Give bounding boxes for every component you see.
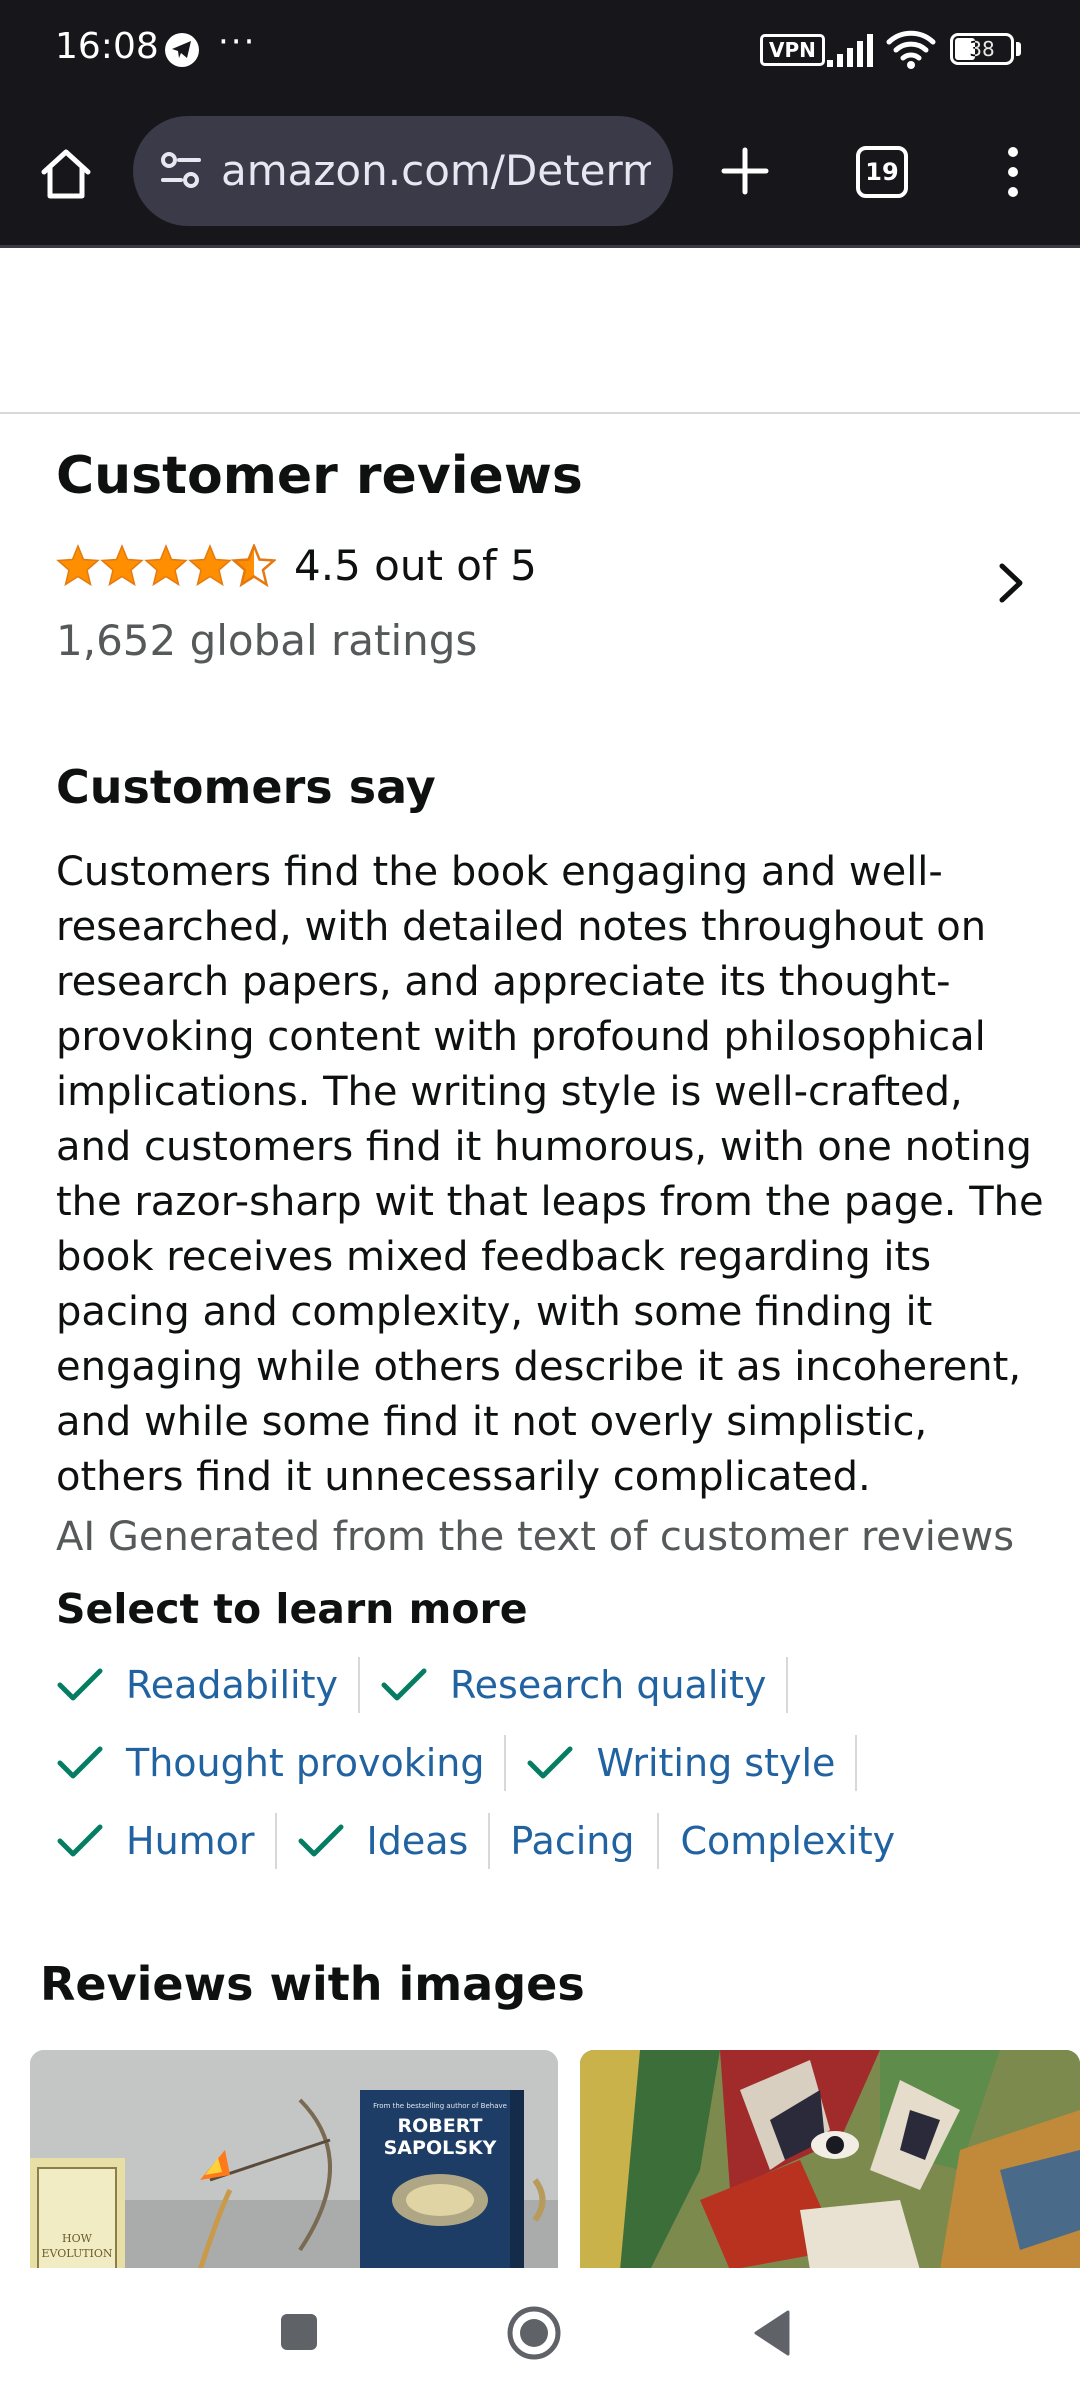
- aspect-label: Readability: [126, 1663, 338, 1707]
- tab-switcher-button[interactable]: 19: [856, 146, 908, 198]
- book-author-line2: SAPOLSKY: [384, 2137, 497, 2159]
- system-navigation-bar: [0, 2268, 1080, 2400]
- status-time: 16:08: [55, 26, 159, 67]
- global-ratings-count: 1,652 global ratings: [56, 616, 478, 665]
- aspect-label: Thought provoking: [126, 1741, 485, 1785]
- aspect-thought-provoking[interactable]: Thought provoking: [56, 1735, 507, 1791]
- url-text[interactable]: amazon.com/Determined: [221, 144, 651, 198]
- new-tab-icon[interactable]: [716, 142, 774, 200]
- star-3: [145, 545, 187, 586]
- aspect-readability[interactable]: Readability: [56, 1657, 360, 1713]
- more-notifications-indicator: ···: [218, 22, 257, 62]
- signal-icon: [827, 34, 873, 67]
- aspect-pacing[interactable]: Pacing: [510, 1813, 659, 1869]
- check-icon: [298, 1824, 344, 1857]
- star-rating[interactable]: [56, 544, 276, 588]
- aspect-row: Readability Research quality: [56, 1655, 808, 1715]
- site-settings-icon[interactable]: [159, 150, 203, 190]
- blank-content-area: [0, 251, 1080, 414]
- check-icon: [57, 1668, 103, 1701]
- menu-icon[interactable]: [995, 142, 1031, 202]
- book-author-line1: ROBERT: [398, 2115, 483, 2137]
- aspect-row: Thought provoking Writing style: [56, 1733, 877, 1793]
- book-tagline: From the bestselling author of Behave: [373, 2102, 507, 2110]
- recents-icon[interactable]: [279, 2312, 319, 2352]
- vpn-badge: VPN: [760, 34, 825, 66]
- aspect-label: Writing style: [596, 1741, 836, 1785]
- ai-generated-note: AI Generated from the text of customer r…: [56, 1514, 1015, 1560]
- browser-toolbar: amazon.com/Determined 19: [0, 104, 1080, 248]
- chevron-right-icon[interactable]: [990, 560, 1030, 606]
- aspect-humor[interactable]: Humor: [56, 1813, 277, 1869]
- side-book-line2: EVOLUTION: [41, 2247, 112, 2260]
- battery-icon: 38: [950, 33, 1014, 65]
- wifi-icon: [886, 30, 936, 69]
- aspect-label: Ideas: [366, 1819, 469, 1863]
- battery-level: 38: [969, 37, 995, 61]
- aspect-row: Humor Ideas Pacing Complexity: [56, 1811, 939, 1871]
- check-icon: [57, 1824, 103, 1857]
- star-5-half: [232, 544, 276, 586]
- star-2: [101, 545, 143, 586]
- star-1: [57, 545, 99, 586]
- address-bar[interactable]: amazon.com/Determined: [133, 116, 673, 226]
- aspect-label: Research quality: [449, 1663, 767, 1707]
- aspect-writing-style[interactable]: Writing style: [526, 1735, 858, 1791]
- battery-cap: [1016, 42, 1021, 56]
- aspect-ideas[interactable]: Ideas: [297, 1813, 491, 1869]
- review-image-painting[interactable]: [580, 2050, 1080, 2270]
- telegram-icon: [165, 33, 199, 67]
- status-bar: 16:08 ··· VPN 38: [0, 0, 1080, 104]
- customer-reviews-title: Customer reviews: [56, 446, 583, 506]
- review-image-book-photo[interactable]: HOW EVOLUTION From the bestselling autho…: [30, 2050, 558, 2270]
- check-icon: [57, 1746, 103, 1779]
- home-icon[interactable]: [36, 144, 96, 204]
- check-icon: [527, 1746, 573, 1779]
- side-book-line1: HOW: [62, 2232, 93, 2245]
- aspect-research-quality[interactable]: Research quality: [380, 1657, 789, 1713]
- aspect-label: Complexity: [680, 1819, 896, 1863]
- customers-say-summary: Customers find the book engaging and wel…: [56, 849, 1044, 1500]
- aspect-label: Humor: [126, 1819, 255, 1863]
- reviews-with-images-title: Reviews with images: [40, 1957, 585, 2011]
- customers-say-title: Customers say: [56, 760, 436, 814]
- aspect-complexity[interactable]: Complexity: [681, 1813, 918, 1869]
- star-4: [189, 545, 231, 586]
- check-icon: [381, 1668, 427, 1701]
- back-icon[interactable]: [750, 2308, 792, 2358]
- rating-text[interactable]: 4.5 out of 5: [294, 541, 537, 590]
- home-nav-icon[interactable]: [505, 2304, 563, 2362]
- select-to-learn-more-title: Select to learn more: [56, 1585, 528, 1633]
- aspect-label: Pacing: [510, 1819, 635, 1863]
